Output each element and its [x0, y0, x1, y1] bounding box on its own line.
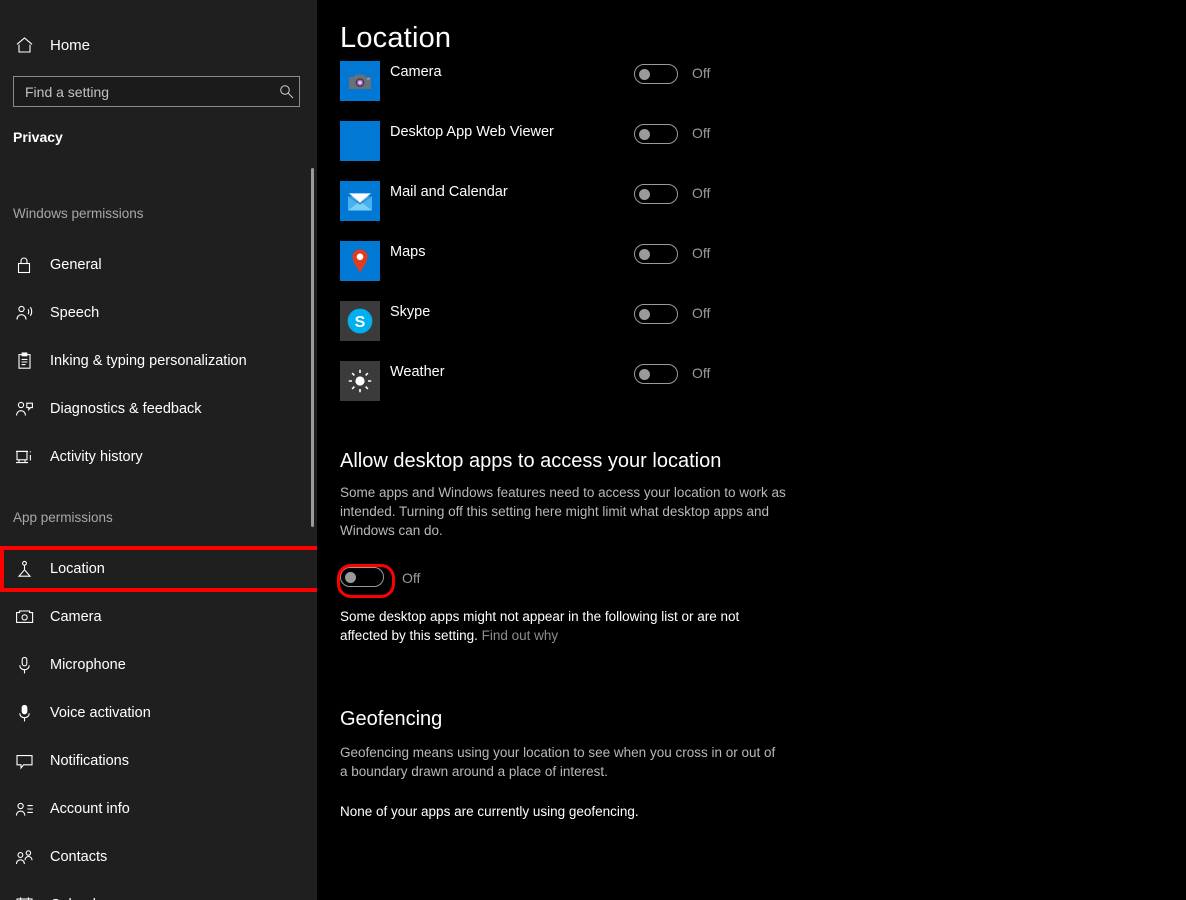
sidebar-item-label: Camera [50, 609, 102, 625]
sidebar-item-label: Account info [50, 801, 130, 817]
list-item[interactable]: Weather Off [317, 358, 1186, 418]
sidebar-item-calendar[interactable]: Calendar [0, 881, 300, 900]
weather-app-icon [340, 361, 380, 401]
sidebar-scrollbar[interactable] [311, 168, 314, 527]
sidebar-item-label: General [50, 257, 102, 273]
app-name: Skype [390, 304, 431, 320]
desktop-apps-description: Some apps and Windows features need to a… [340, 485, 786, 538]
sidebar-group-windows-permissions: General Speech Inking & typing personali… [0, 241, 317, 481]
sidebar-item-label: Location [50, 561, 105, 577]
app-permission-list: Camera Off Desktop App Web Viewer Off Ma… [317, 58, 1186, 418]
sidebar-item-label: Diagnostics & feedback [50, 401, 202, 417]
sidebar-item-diagnostics-feedback[interactable]: Diagnostics & feedback [0, 385, 300, 433]
sidebar-item-camera[interactable]: Camera [0, 593, 300, 641]
calendar-icon [12, 896, 36, 900]
sidebar-item-account-info[interactable]: Account info [0, 785, 300, 833]
app-name: Maps [390, 244, 426, 260]
sidebar-item-general[interactable]: General [0, 241, 300, 289]
find-out-why-link[interactable]: Find out why [482, 628, 559, 643]
sidebar-item-speech[interactable]: Speech [0, 289, 300, 337]
home-label: Home [50, 36, 91, 54]
microphone-icon [12, 656, 36, 675]
sidebar-item-microphone[interactable]: Microphone [0, 641, 300, 689]
search-icon[interactable] [273, 84, 299, 99]
sidebar-item-notifications[interactable]: Notifications [0, 737, 300, 785]
desktop-apps-toggle[interactable] [337, 564, 395, 598]
sidebar-item-label: Voice activation [50, 705, 151, 721]
page-section-title: Privacy [13, 129, 63, 145]
app-toggle[interactable] [634, 64, 678, 89]
activity-history-icon [12, 448, 36, 466]
app-toggle[interactable] [634, 244, 678, 269]
desktop-apps-toggle-state: Off [402, 570, 421, 586]
sidebar-item-label: Contacts [50, 849, 108, 865]
speech-icon [12, 304, 36, 322]
sidebar-item-label: Notifications [50, 753, 129, 769]
sidebar-item-label: Inking & typing personalization [50, 353, 247, 369]
search-input[interactable] [14, 83, 273, 100]
sidebar-item-contacts[interactable]: Contacts [0, 833, 300, 881]
voice-activation-icon [12, 704, 36, 723]
sidebar-item-label: Microphone [50, 657, 126, 673]
geofencing-heading: Geofencing [340, 708, 443, 730]
contacts-icon [12, 849, 36, 866]
notification-icon [12, 753, 36, 770]
app-toggle-state: Off [692, 125, 711, 141]
location-person-icon [12, 560, 36, 578]
app-toggle[interactable] [634, 364, 678, 389]
page-title: Location [340, 22, 452, 57]
sidebar-item-location[interactable]: Location [0, 545, 317, 593]
app-toggle-state: Off [692, 185, 711, 201]
app-toggle-state: Off [692, 365, 711, 381]
list-item[interactable]: S Skype Off [317, 298, 1186, 358]
app-toggle-state: Off [692, 245, 711, 261]
account-info-icon [12, 801, 36, 818]
sidebar-group-app-permissions: Location Camera Microphone Voice activat… [0, 545, 317, 900]
maps-app-icon [340, 241, 380, 281]
desktop-apps-note: Some desktop apps might not appear in th… [340, 607, 785, 645]
app-name: Desktop App Web Viewer [390, 124, 554, 140]
person-feedback-icon [12, 400, 36, 418]
sidebar-item-label: Activity history [50, 449, 143, 465]
clipboard-icon [12, 352, 36, 370]
app-toggle-state: Off [692, 65, 711, 81]
list-item[interactable]: Camera Off [317, 58, 1186, 118]
sidebar-item-label: Speech [50, 305, 100, 321]
app-toggle[interactable] [634, 184, 678, 209]
main-content: Camera Off Desktop App Web Viewer Off Ma… [317, 0, 1186, 900]
app-name: Camera [390, 64, 442, 80]
list-item[interactable]: Desktop App Web Viewer Off [317, 118, 1186, 178]
sidebar-item-voice-activation[interactable]: Voice activation [0, 689, 300, 737]
app-toggle[interactable] [634, 124, 678, 149]
settings-window: Home Privacy Windows permissions Gen [0, 0, 1186, 900]
app-name: Mail and Calendar [390, 184, 508, 200]
lock-icon [12, 256, 36, 274]
skype-app-icon: S [340, 301, 380, 341]
camera-icon [12, 609, 36, 625]
list-item[interactable]: Mail and Calendar Off [317, 178, 1186, 238]
sidebar: Home Privacy Windows permissions Gen [0, 0, 317, 900]
search-box[interactable] [13, 76, 300, 107]
list-item[interactable]: Maps Off [317, 238, 1186, 298]
sidebar-item-inking-typing-personalization[interactable]: Inking & typing personalization [0, 337, 300, 385]
sidebar-group-header-windows-permissions: Windows permissions [13, 206, 144, 221]
camera-app-icon [340, 61, 380, 101]
geofencing-description: Geofencing means using your location to … [340, 745, 776, 779]
app-toggle-state: Off [692, 305, 711, 321]
svg-text:S: S [355, 314, 366, 331]
sidebar-item-activity-history[interactable]: Activity history [0, 433, 300, 481]
app-toggle[interactable] [634, 304, 678, 329]
sidebar-item-home[interactable]: Home [0, 29, 300, 61]
app-name: Weather [390, 364, 445, 380]
mail-app-icon [340, 181, 380, 221]
geofencing-status: None of your apps are currently using ge… [340, 804, 639, 819]
blank-app-icon [340, 121, 380, 161]
desktop-apps-heading: Allow desktop apps to access your locati… [340, 450, 722, 472]
sidebar-group-header-app-permissions: App permissions [13, 510, 113, 525]
home-icon [12, 36, 36, 54]
